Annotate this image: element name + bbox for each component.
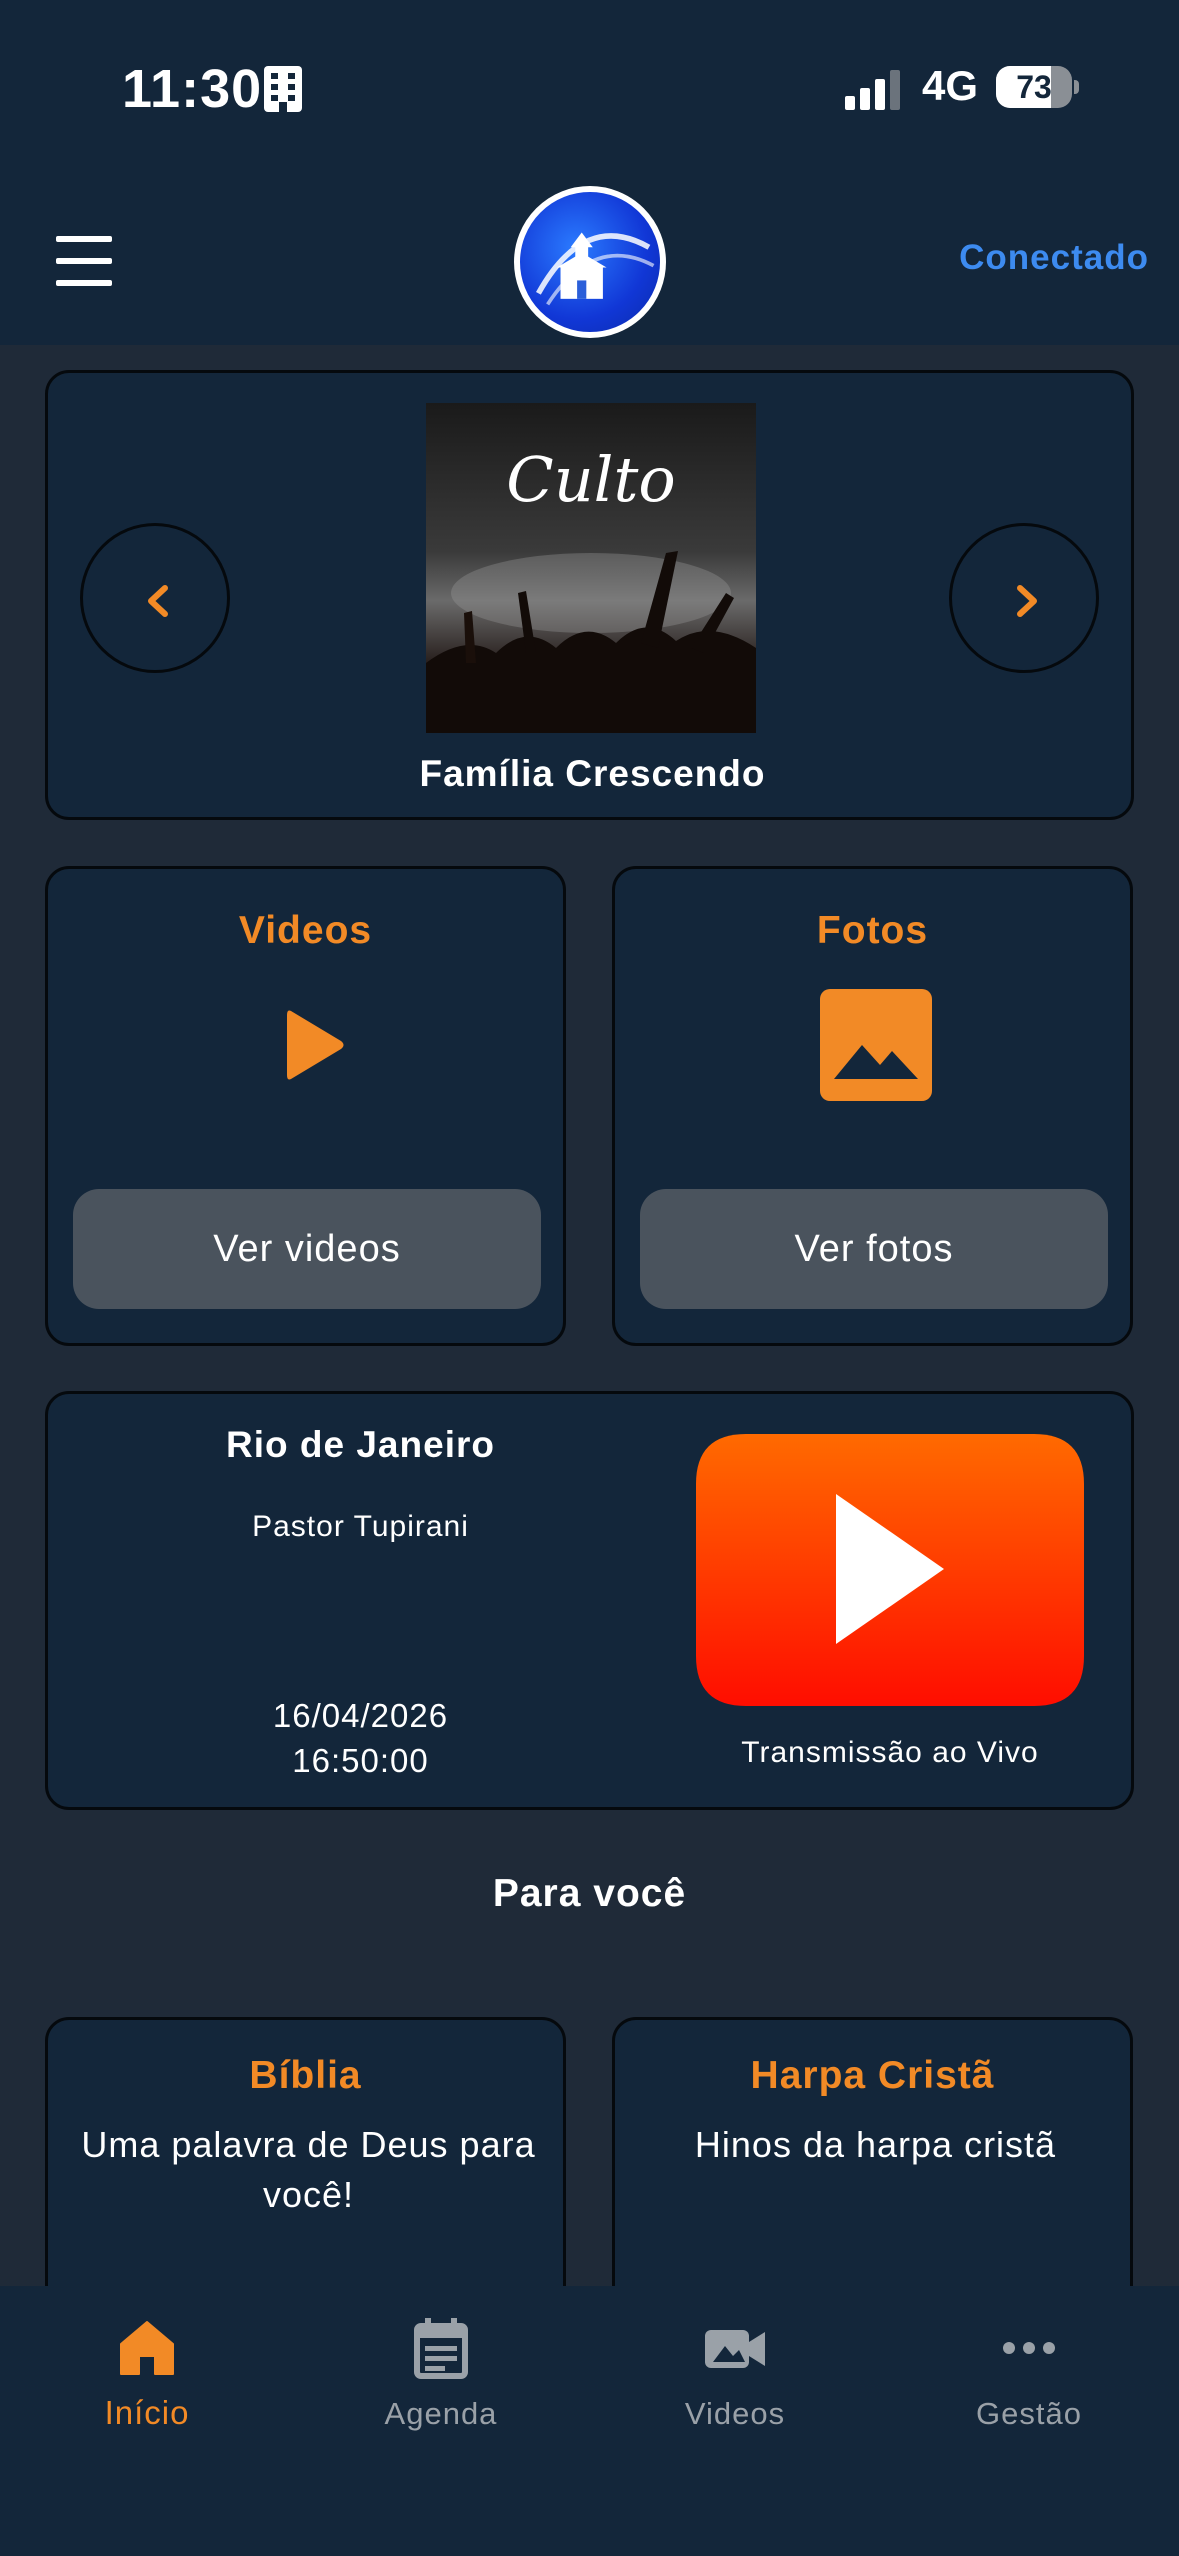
live-city: Rio de Janeiro <box>226 1424 495 1465</box>
hymnal-description: Hinos da harpa cristã <box>694 2124 1057 2165</box>
video-camera-icon <box>705 2330 765 2368</box>
tab-gestao[interactable]: Gestão <box>882 2316 1176 2466</box>
videos-card: Videos Ver videos <box>45 866 566 1346</box>
live-stream-card[interactable]: Rio de Janeiro Pastor Tupirani 16/04/202… <box>45 1391 1134 1810</box>
youtube-play-icon[interactable] <box>696 1434 1084 1706</box>
tab-videos[interactable]: Videos <box>588 2316 882 2466</box>
battery-icon: 73 <box>996 66 1079 108</box>
videos-title: Videos <box>238 909 373 952</box>
top-bar: 11:30 4G 73 Conectado <box>0 0 1179 345</box>
live-label: Transmissão ao Vivo <box>741 1736 1039 1769</box>
live-date: 16/04/2026 <box>272 1697 449 1734</box>
featured-image[interactable]: Culto <box>426 403 756 733</box>
image-icon <box>820 989 932 1101</box>
battery-percent: 73 <box>1016 69 1052 105</box>
tab-inicio-label: Início <box>104 2394 190 2431</box>
network-type: 4G <box>922 62 979 109</box>
photos-card: Fotos Ver fotos <box>612 866 1133 1346</box>
tab-videos-label: Videos <box>684 2396 786 2431</box>
hamburger-menu-icon[interactable] <box>50 236 118 288</box>
chevron-right-icon <box>1017 585 1037 617</box>
chevron-left-icon <box>148 585 168 617</box>
play-icon <box>287 1010 344 1080</box>
for-you-title: Para você <box>492 1872 687 1915</box>
live-pastor: Pastor Tupirani <box>252 1510 469 1543</box>
building-icon <box>264 66 302 112</box>
tab-gestao-label: Gestão <box>976 2396 1082 2431</box>
bible-description: Uma palavra de Deus para você! <box>81 2124 536 2215</box>
signal-icon <box>845 70 900 110</box>
featured-carousel: Culto Família Crescendo <box>45 370 1134 820</box>
tab-inicio[interactable]: Início <box>0 2316 294 2466</box>
tab-agenda-label: Agenda <box>384 2396 498 2431</box>
church-logo-icon <box>514 186 666 338</box>
bottom-tab-bar: Início Agenda Videos Gestão <box>0 2286 1179 2556</box>
live-time: 16:50:00 <box>292 1742 429 1779</box>
carousel-next-button[interactable] <box>949 523 1099 673</box>
view-videos-button[interactable]: Ver videos <box>73 1189 541 1309</box>
hymnal-title: Harpa Cristã <box>750 2054 995 2097</box>
bible-title: Bíblia <box>249 2054 362 2097</box>
status-time: 11:30 <box>122 59 263 119</box>
view-photos-button[interactable]: Ver fotos <box>640 1189 1108 1309</box>
tab-agenda[interactable]: Agenda <box>294 2316 588 2466</box>
calendar-icon <box>414 2318 468 2379</box>
connection-status[interactable]: Conectado <box>959 238 1149 278</box>
more-dots-icon <box>1003 2342 1055 2354</box>
featured-title: Família Crescendo <box>419 753 766 794</box>
carousel-prev-button[interactable] <box>80 523 230 673</box>
home-icon <box>120 2321 174 2375</box>
photos-title: Fotos <box>816 909 929 952</box>
